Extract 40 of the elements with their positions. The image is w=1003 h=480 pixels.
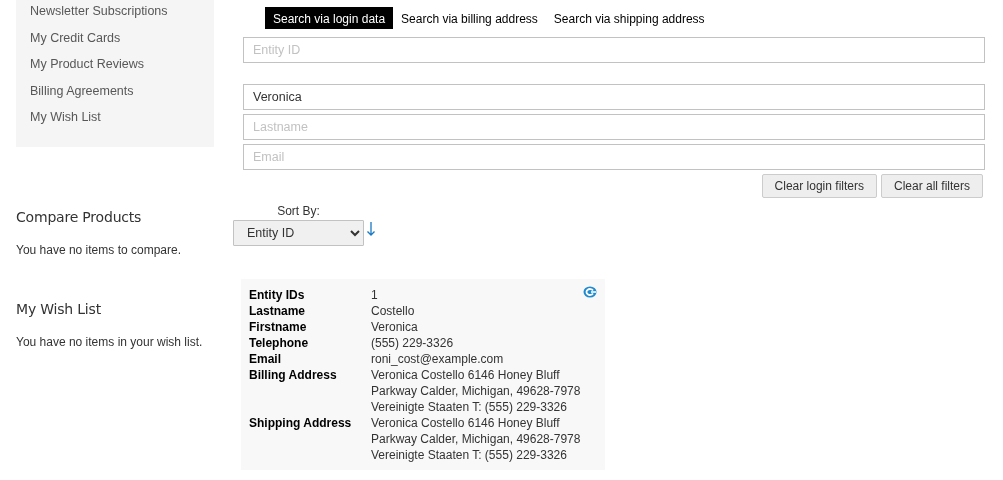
field-value: Veronica Costello 6146 Honey Bluff	[371, 367, 561, 383]
search-tab[interactable]: Search via login data	[265, 7, 394, 29]
sort-arrow-icon[interactable]	[367, 222, 375, 236]
nav-link[interactable]: My Product Reviews	[16, 51, 214, 78]
empty-message: You have no items in your wish list.	[16, 334, 204, 349]
field-value: Veronica	[371, 319, 419, 335]
empty-message: You have no items to compare.	[16, 242, 182, 257]
nav-link[interactable]: Newsletter Subscriptions	[16, 0, 214, 25]
nav-link[interactable]: My Wish List	[16, 104, 214, 131]
field-value: roni_cost@example.com	[371, 351, 505, 367]
field-value: Parkway Calder, Michigan, 49628-7978	[371, 431, 581, 447]
field-value: Costello	[371, 303, 416, 319]
field-value: Vereinigte Staaten T: (555) 229-3326	[371, 447, 568, 463]
field-value: Parkway Calder, Michigan, 49628-7978	[371, 383, 581, 399]
field-label: Email	[249, 351, 371, 367]
field-label: Lastname	[249, 303, 371, 319]
nav-link[interactable]: Billing Agreements	[16, 77, 214, 105]
sort-select[interactable]: Entity ID	[233, 220, 364, 246]
field-value: Vereinigte Staaten T: (555) 229-3326	[371, 399, 568, 415]
field-value: 1	[371, 287, 379, 303]
block-title: Compare Products	[16, 208, 143, 225]
clear-filter-button[interactable]: Clear all filters	[880, 174, 983, 198]
field-value: Veronica Costello 6146 Honey Bluff	[371, 415, 561, 431]
clear-filter-button[interactable]: Clear login filters	[761, 174, 877, 198]
search-field[interactable]: Entity ID	[243, 37, 985, 63]
search-field[interactable]: Veronica	[243, 84, 985, 110]
field-label: Billing Address	[249, 367, 371, 415]
field-label: Shipping Address	[249, 415, 371, 463]
sort-label: Sort By:	[277, 204, 320, 218]
circular-arrow-icon[interactable]	[583, 286, 597, 298]
block-title: My Wish List	[16, 300, 102, 317]
search-tab[interactable]: Search via billing address	[393, 7, 546, 29]
field-value: (555) 229-3326	[371, 335, 455, 351]
search-field[interactable]: Email	[243, 144, 985, 170]
field-label: Firstname	[249, 319, 371, 335]
field-label: Entity IDs	[249, 287, 371, 303]
nav-link[interactable]: My Credit Cards	[16, 24, 214, 52]
search-field[interactable]: Lastname	[243, 114, 985, 140]
field-label: Telephone	[249, 335, 371, 351]
search-tab[interactable]: Search via shipping address	[545, 7, 713, 29]
